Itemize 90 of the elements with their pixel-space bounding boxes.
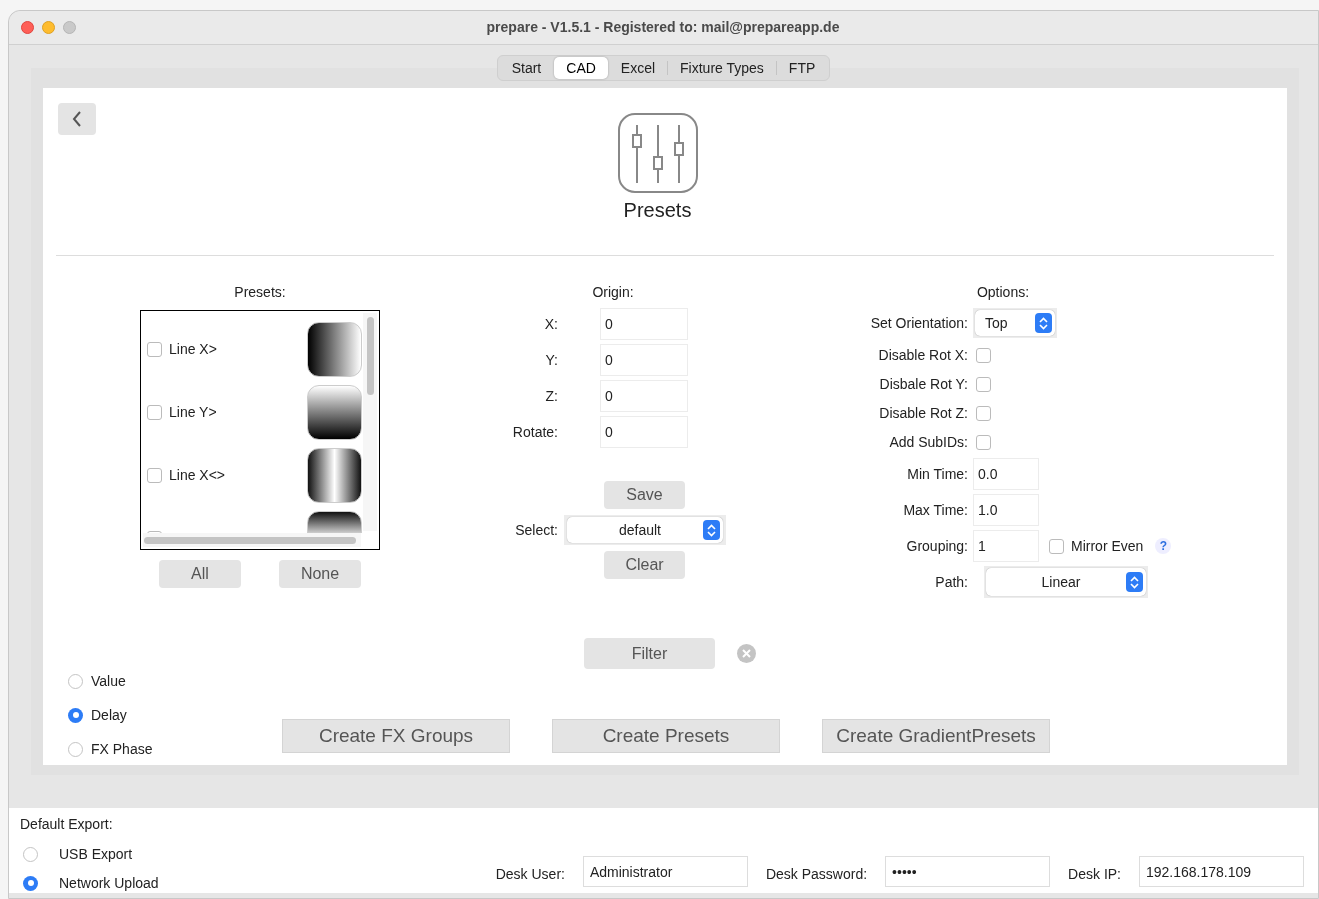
checkbox[interactable] [976,347,991,363]
checkbox[interactable] [147,468,162,483]
gradient-thumbnail [307,448,362,503]
preset-select-button[interactable]: None [279,560,361,588]
filter-button[interactable]: Filter [584,638,715,669]
clear-button[interactable]: Clear [604,551,685,579]
radio-label: Value [91,671,126,691]
chevron-updown-icon [1035,313,1052,333]
preset-select-button[interactable]: All [159,560,241,588]
origin-field[interactable]: 0 [601,417,687,447]
gradient-thumbnail [307,385,362,440]
field-label: Desk IP: [1068,865,1121,884]
checkbox[interactable] [976,434,991,450]
chevron-left-icon [72,111,82,127]
field-label: Max Time: [902,500,968,520]
time-field[interactable]: 0.0 [974,459,1038,489]
chevron-updown-icon [1126,572,1143,592]
mirror-checkbox[interactable] [1049,538,1064,554]
path-dropdown[interactable]: Linear [984,566,1148,598]
time-field[interactable]: 1.0 [974,495,1038,525]
action-button[interactable]: Create GradientPresets [822,719,1050,753]
orientation-dropdown[interactable]: Top [973,308,1057,338]
radio-button[interactable] [68,741,83,757]
field-label: Min Time: [906,464,968,484]
desk-field[interactable]: 192.168.178.109 [1139,856,1304,887]
radio-label: FX Phase [91,739,153,759]
field-label: X: [543,314,558,334]
grouping-label: Grouping: [905,536,968,556]
mirror-label: Mirror Even [1071,536,1144,556]
vertical-scrollbar[interactable] [363,313,377,531]
tab[interactable]: FTP [776,57,828,79]
radio-button[interactable] [23,846,38,862]
field-label: Rotate: [511,422,558,442]
desk-field[interactable]: ••••• [885,856,1051,887]
checkbox[interactable] [147,405,162,420]
dropdown-value: default [617,520,662,540]
radio-button[interactable] [23,875,38,891]
presets-heading: Presets: [234,283,286,302]
field-label: Desk User: [495,865,565,884]
export-heading: Default Export: [20,815,114,834]
radio-label: Delay [91,705,127,725]
preset-label: Line X> [169,340,218,359]
tab[interactable]: Excel [608,57,668,79]
dropdown-value: Top [985,313,1009,333]
preset-label: Line X<> [169,466,227,485]
help-button[interactable]: ? [1155,538,1172,554]
tab[interactable]: Fixture Types [668,57,776,79]
clear-icon[interactable] [737,644,756,663]
radio-label: USB Export [59,844,133,864]
save-button[interactable]: Save [604,481,685,509]
options-heading: Options: [975,283,1031,302]
preset-dropdown[interactable]: default [564,515,726,545]
page-title: Presets [623,198,692,223]
tab[interactable]: CAD [554,57,608,79]
radio-label: Network Upload [59,873,159,893]
origin-field[interactable]: 0 [601,345,687,375]
horizontal-scrollbar[interactable] [143,533,361,547]
radio-button[interactable] [68,673,83,689]
path-label: Path: [934,572,968,592]
radio-button[interactable] [68,707,83,723]
gradient-thumbnail [307,322,362,377]
action-button[interactable]: Create FX Groups [282,719,510,753]
zoom-icon[interactable] [63,21,76,34]
option-label: Disbale Rot Y: [878,374,968,394]
back-button[interactable] [58,103,96,135]
field-label: Y: [544,350,558,370]
select-label: Select: [514,520,558,540]
grouping-field[interactable]: 1 [974,531,1038,561]
option-label: Add SubIDs: [888,432,968,452]
field-label: Z: [544,386,558,406]
desk-field[interactable]: Administrator [582,856,748,887]
window-title: prepare - V1.5.1 - Registered to: mail@prepareapp.de [485,18,841,37]
minimize-icon[interactable] [42,21,55,34]
preset-label: Line Y> [169,403,218,422]
tab[interactable]: Start [499,57,554,79]
orientation-label: Set Orientation: [869,313,968,333]
checkbox[interactable] [976,376,991,392]
option-label: Disable Rot Z: [878,403,968,423]
close-icon[interactable] [21,21,34,34]
checkbox[interactable] [976,405,991,421]
field-label: Desk Password: [765,865,868,884]
origin-heading: Origin: [591,283,635,302]
chevron-updown-icon [703,520,720,540]
sliders-icon [617,113,698,193]
origin-field[interactable]: 0 [601,309,687,339]
checkbox[interactable] [147,342,162,357]
option-label: Disable Rot X: [877,345,968,365]
origin-field[interactable]: 0 [601,381,687,411]
action-button[interactable]: Create Presets [552,719,780,753]
dropdown-value: Linear [1040,572,1082,592]
